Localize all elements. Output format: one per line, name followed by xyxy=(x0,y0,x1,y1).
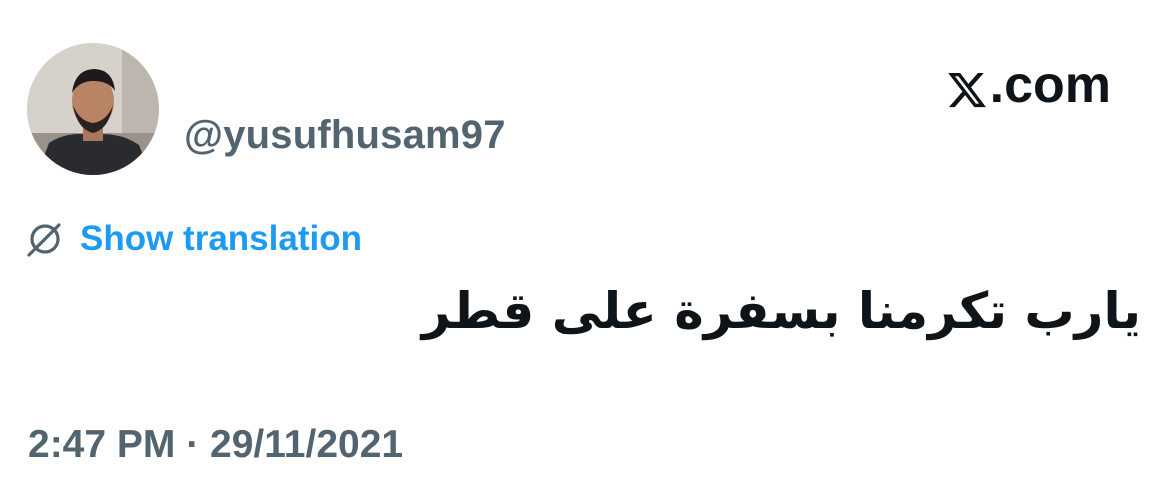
brand-watermark: .com xyxy=(946,56,1111,114)
tweet-text: يارب تكرمنا بسفرة على قطر xyxy=(421,282,1141,340)
globe-slash-icon xyxy=(24,218,66,260)
author-handle[interactable]: @yusufhusam97 xyxy=(184,113,506,158)
brand-domain-suffix: .com xyxy=(989,56,1111,114)
show-translation-link[interactable]: Show translation xyxy=(80,219,362,259)
avatar[interactable] xyxy=(27,43,159,175)
translate-row[interactable]: Show translation xyxy=(24,216,362,262)
tweet-timestamp[interactable]: 2:47 PM · 29/11/2021 xyxy=(28,423,403,467)
x-logo-icon xyxy=(946,64,988,108)
avatar-photo xyxy=(27,43,159,175)
